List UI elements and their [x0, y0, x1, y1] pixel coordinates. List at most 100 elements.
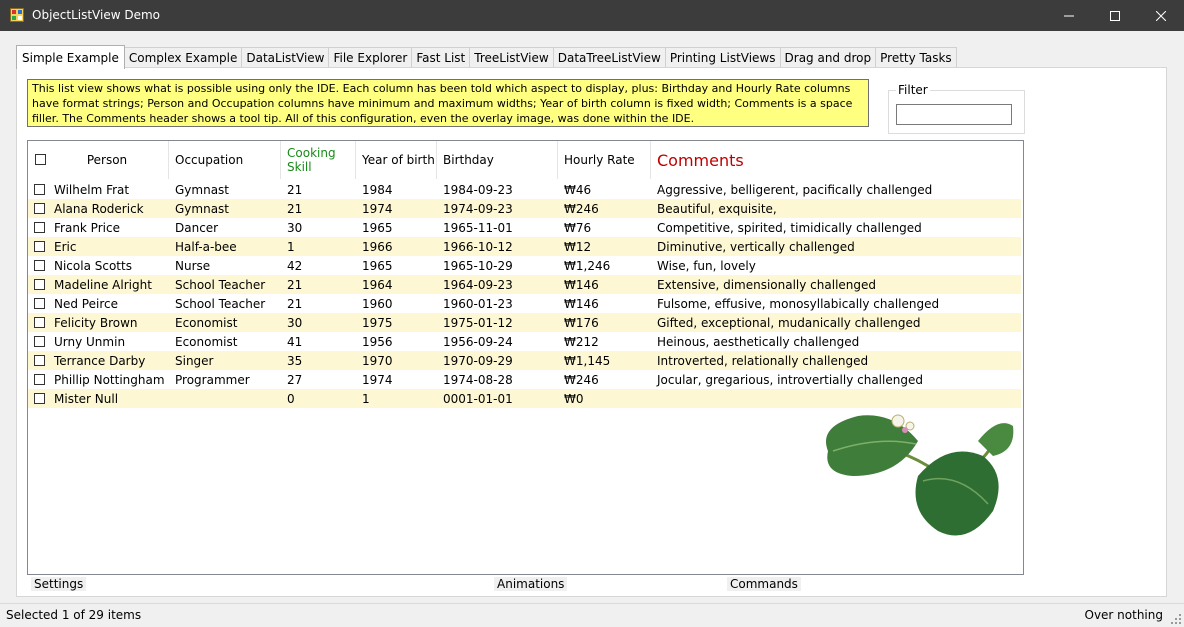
row-checkbox[interactable] — [34, 336, 45, 347]
maximize-button[interactable] — [1092, 0, 1138, 31]
cell-person-container: Mister Null — [28, 392, 169, 406]
cell-person-container: Madeline Alright — [28, 278, 169, 292]
table-row[interactable]: Eric Half-a-bee 1 1966 1966-10-12 ₩12 Diminuti… — [28, 237, 1021, 256]
cell-comments: Aggressive, belligerent, pacifically cha… — [657, 182, 933, 197]
close-button[interactable] — [1138, 0, 1184, 31]
cell-birthday: 1965-11-01 — [443, 220, 513, 235]
row-checkbox[interactable] — [34, 393, 45, 404]
row-checkbox[interactable] — [34, 184, 45, 195]
column-header-cooking-skill[interactable]: Cooking Skill — [281, 141, 356, 179]
description-label: This list view shows what is possible us… — [27, 79, 869, 127]
table-row[interactable]: Phillip Nottingham Programmer 27 1974 1974-0… — [28, 370, 1021, 389]
cell-occupation: Economist — [175, 315, 238, 330]
column-header-person[interactable]: Person — [28, 141, 169, 179]
cell-cooking-skill: 0 — [287, 391, 295, 406]
row-checkbox[interactable] — [34, 260, 45, 271]
tab-drag-and-drop[interactable]: Drag and drop — [779, 47, 877, 68]
tab-datalistview[interactable]: DataListView — [241, 47, 330, 68]
cell-occupation: Programmer — [175, 372, 250, 387]
tab-simple-example[interactable]: Simple Example — [16, 45, 125, 69]
cell-occupation: Nurse — [175, 258, 211, 273]
cell-year-of-birth: 1974 — [362, 201, 393, 216]
status-hover-text: Over nothing — [1084, 608, 1164, 622]
cell-birthday: 1960-01-23 — [443, 296, 513, 311]
settings-group-label: Settings — [31, 577, 87, 591]
object-list-view[interactable]: Person Occupation Cooking Skill Year of … — [27, 140, 1024, 575]
cell-birthday: 0001-01-01 — [443, 391, 513, 406]
filter-group: Filter — [888, 83, 1025, 134]
cell-cooking-skill: 27 — [287, 372, 303, 387]
column-header-year-of-birth[interactable]: Year of birth — [356, 141, 437, 179]
cell-birthday: 1970-09-29 — [443, 353, 513, 368]
table-row[interactable]: Urny Unmin Economist 41 1956 1956-09-24 ₩212 H… — [28, 332, 1021, 351]
table-row[interactable]: Felicity Brown Economist 30 1975 1975-01-12 ₩… — [28, 313, 1021, 332]
cell-person-container: Nicola Scotts — [28, 259, 169, 273]
resize-grip-icon[interactable] — [1171, 614, 1181, 624]
cell-occupation: Economist — [175, 334, 238, 349]
cell-cooking-skill: 35 — [287, 353, 303, 368]
tab-complex-example[interactable]: Complex Example — [123, 47, 243, 68]
select-all-checkbox[interactable] — [35, 154, 46, 165]
tab-fast-list[interactable]: Fast List — [411, 47, 471, 68]
minimize-button[interactable] — [1046, 0, 1092, 31]
cell-person: Wilhelm Frat — [54, 182, 130, 197]
cell-year-of-birth: 1956 — [362, 334, 393, 349]
row-checkbox[interactable] — [34, 279, 45, 290]
minimize-icon — [1064, 15, 1074, 16]
column-header-person-label: Person — [86, 153, 128, 167]
cell-comments: Beautiful, exquisite, — [657, 201, 777, 216]
cell-year-of-birth: 1 — [362, 391, 370, 406]
table-row[interactable]: Terrance Darby Singer 35 1970 1970-09-29 ₩1,1… — [28, 351, 1021, 370]
cell-birthday: 1984-09-23 — [443, 182, 513, 197]
cell-year-of-birth: 1984 — [362, 182, 393, 197]
column-header-birthday[interactable]: Birthday — [437, 141, 558, 179]
cell-hourly-rate: ₩1,246 — [564, 258, 611, 273]
cell-person-container: Felicity Brown — [28, 316, 169, 330]
row-checkbox[interactable] — [34, 222, 45, 233]
tab-pretty-tasks[interactable]: Pretty Tasks — [875, 47, 957, 68]
cell-year-of-birth: 1960 — [362, 296, 393, 311]
column-header-hourly-rate[interactable]: Hourly Rate — [558, 141, 651, 179]
row-checkbox[interactable] — [34, 298, 45, 309]
row-checkbox[interactable] — [34, 317, 45, 328]
cell-person: Urny Unmin — [54, 334, 126, 349]
cell-year-of-birth: 1966 — [362, 239, 393, 254]
table-row[interactable]: Frank Price Dancer 30 1965 1965-11-01 ₩76 Comp… — [28, 218, 1021, 237]
cell-person-container: Alana Roderick — [28, 202, 169, 216]
cell-occupation: Gymnast — [175, 182, 230, 197]
tab-printing-listviews[interactable]: Printing ListViews — [664, 47, 781, 68]
table-row[interactable]: Wilhelm Frat Gymnast 21 1984 1984-09-23 ₩46 Ag… — [28, 180, 1021, 199]
row-checkbox[interactable] — [34, 241, 45, 252]
table-row[interactable]: Nicola Scotts Nurse 42 1965 1965-10-29 ₩1,246… — [28, 256, 1021, 275]
tab-file-explorer[interactable]: File Explorer — [328, 47, 413, 68]
table-row[interactable]: Madeline Alright School Teacher 21 1964 1964… — [28, 275, 1021, 294]
table-row[interactable]: Alana Roderick Gymnast 21 1974 1974-09-23 ₩24… — [28, 199, 1021, 218]
cell-hourly-rate: ₩176 — [564, 315, 599, 330]
cell-person: Frank Price — [54, 220, 120, 235]
tab-datatreelistview[interactable]: DataTreeListView — [552, 47, 666, 68]
column-header-comments[interactable]: Comments — [651, 141, 1021, 179]
table-row[interactable]: Ned Peirce School Teacher 21 1960 1960-01-23… — [28, 294, 1021, 313]
cell-cooking-skill: 21 — [287, 296, 303, 311]
cell-occupation: Dancer — [175, 220, 219, 235]
filter-label: Filter — [896, 83, 930, 97]
tab-treelistview[interactable]: TreeListView — [469, 47, 554, 68]
cell-hourly-rate: ₩0 — [564, 391, 584, 406]
filter-input[interactable] — [896, 104, 1012, 125]
cell-cooking-skill: 42 — [287, 258, 303, 273]
cell-hourly-rate: ₩246 — [564, 372, 599, 387]
cell-person-container: Wilhelm Frat — [28, 183, 169, 197]
row-checkbox[interactable] — [34, 374, 45, 385]
cell-person: Mister Null — [54, 391, 119, 406]
cell-hourly-rate: ₩146 — [564, 296, 599, 311]
tab-strip: Simple Example Complex Example DataListV… — [16, 45, 957, 69]
column-header-occupation[interactable]: Occupation — [169, 141, 281, 179]
cell-comments: Wise, fun, lovely — [657, 258, 756, 273]
cell-year-of-birth: 1964 — [362, 277, 393, 292]
row-checkbox[interactable] — [34, 203, 45, 214]
cell-comments: Extensive, dimensionally challenged — [657, 277, 877, 292]
cell-person: Ned Peirce — [54, 296, 118, 311]
cell-cooking-skill: 21 — [287, 201, 303, 216]
row-checkbox[interactable] — [34, 355, 45, 366]
cell-comments: Jocular, gregarious, introvertially chal… — [657, 372, 923, 387]
